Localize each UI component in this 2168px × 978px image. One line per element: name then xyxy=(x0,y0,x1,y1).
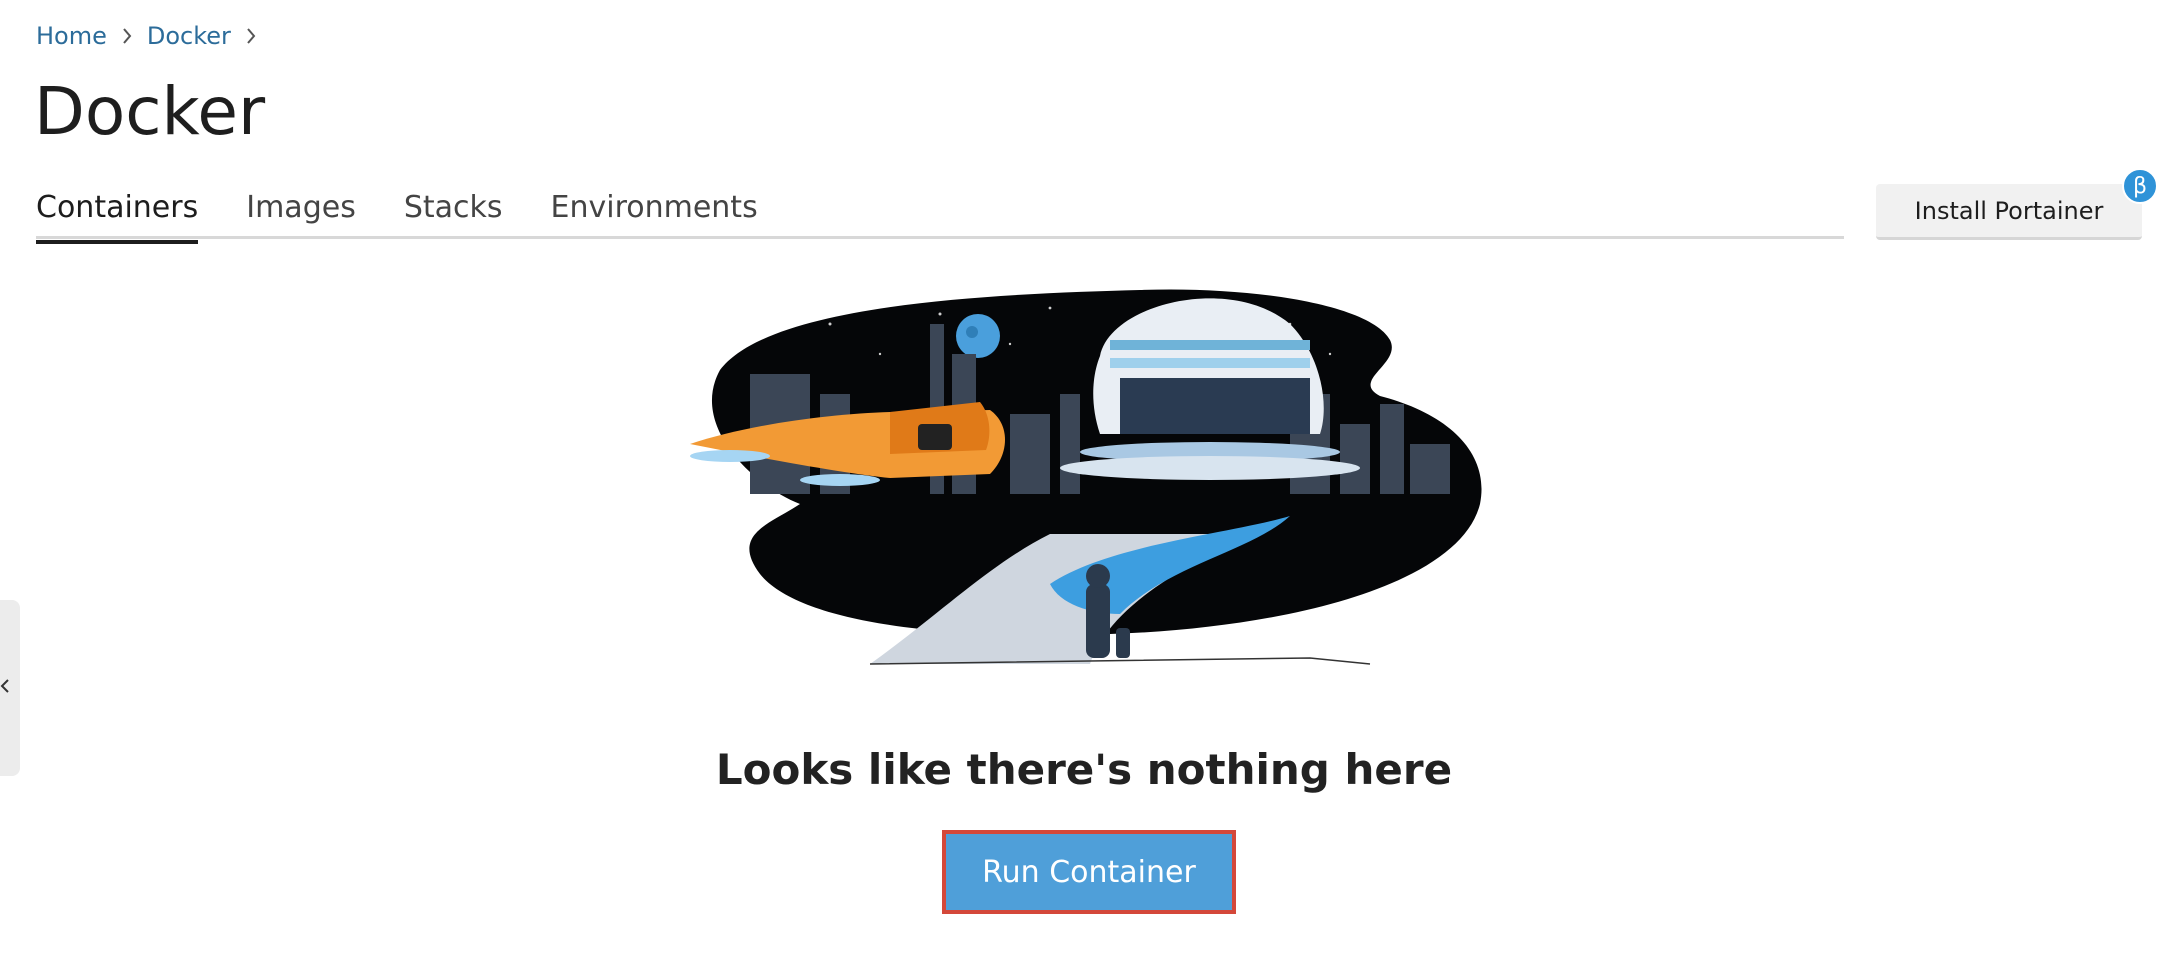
install-portainer-button[interactable]: Install Portainer xyxy=(1876,184,2142,240)
run-container-button[interactable]: Run Container xyxy=(942,830,1236,914)
breadcrumb: Home Docker xyxy=(36,22,271,50)
empty-state-message: Looks like there's nothing here xyxy=(715,745,1453,794)
breadcrumb-home-link[interactable]: Home xyxy=(36,22,107,50)
docker-page: Home Docker Docker Containers Images Sta… xyxy=(0,0,2168,978)
space-city-illustration xyxy=(690,289,1482,665)
chevron-right-icon xyxy=(107,27,147,45)
breadcrumb-docker-link[interactable]: Docker xyxy=(147,22,231,50)
chevron-right-icon xyxy=(231,27,271,45)
beta-badge: β xyxy=(2122,168,2158,204)
page-title: Docker xyxy=(34,73,266,150)
tab-images[interactable]: Images xyxy=(246,188,356,244)
tab-environments[interactable]: Environments xyxy=(551,188,758,244)
tab-bar: Containers Images Stacks Environments xyxy=(36,188,806,244)
tab-stacks[interactable]: Stacks xyxy=(404,188,503,244)
chevron-left-icon xyxy=(0,678,10,698)
tab-containers[interactable]: Containers xyxy=(36,188,199,244)
